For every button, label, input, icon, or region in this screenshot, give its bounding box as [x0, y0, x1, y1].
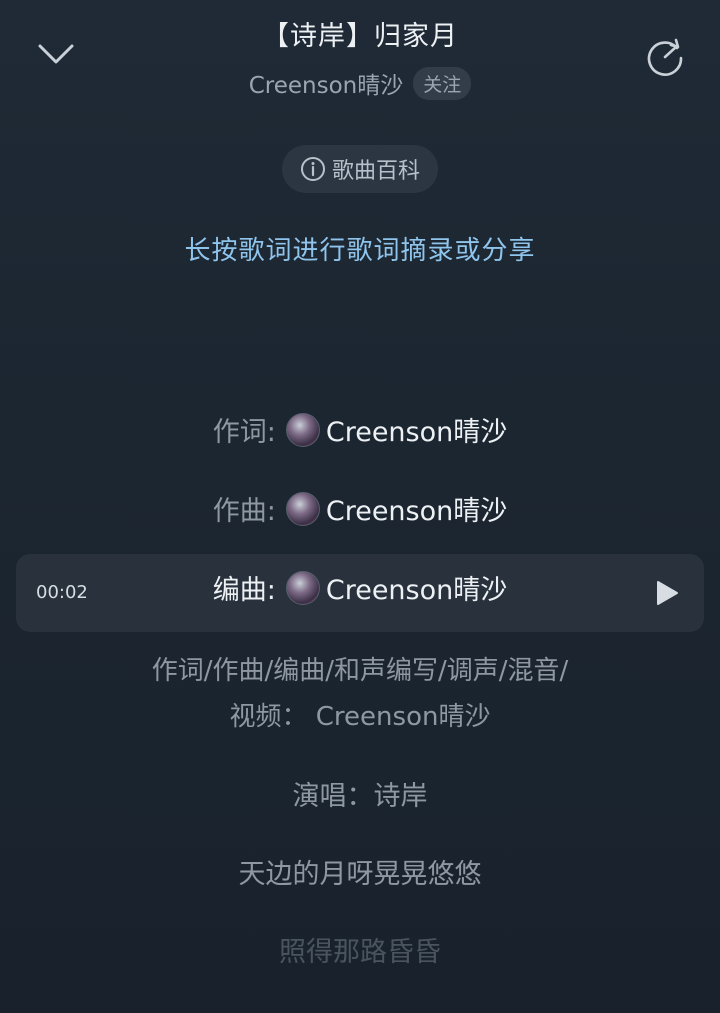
- credit-key: 编曲:: [212, 575, 276, 606]
- song-wiki-label: 歌曲百科: [331, 159, 420, 184]
- share-button[interactable]: [644, 36, 686, 78]
- lyric-line[interactable]: 照得那路昏昏: [0, 930, 720, 969]
- share-rotate-icon: [647, 38, 683, 76]
- avatar[interactable]: [285, 491, 320, 526]
- credit-name[interactable]: Creenson晴沙: [326, 489, 507, 528]
- avatar[interactable]: [285, 570, 320, 605]
- song-wiki-button[interactable]: 歌曲百科: [282, 145, 438, 193]
- artist-row: Creenson晴沙 关注: [0, 66, 720, 100]
- lyric-vocal[interactable]: 演唱：诗岸: [0, 774, 720, 813]
- header: 【诗岸】归家月 Creenson晴沙 关注: [0, 0, 720, 110]
- lyric-row-composer[interactable]: 作曲: Creenson晴沙: [0, 489, 720, 528]
- lyric-row-lyricist[interactable]: 作词: Creenson晴沙: [0, 410, 720, 449]
- lyric-row-arranger[interactable]: 编曲: Creenson晴沙: [0, 568, 720, 607]
- lyric-line[interactable]: 天边的月呀晃晃悠悠: [0, 852, 720, 891]
- info-icon: [300, 157, 325, 181]
- artist-name[interactable]: Creenson晴沙: [249, 66, 404, 100]
- credit-key: 作词:: [212, 417, 276, 448]
- credit-name[interactable]: Creenson晴沙: [326, 568, 507, 607]
- play-icon: [657, 581, 678, 605]
- avatar[interactable]: [285, 412, 320, 447]
- credits-line-1: 作词/作曲/编曲/和声编写/调声/混音/: [151, 656, 569, 686]
- song-title: 【诗岸】归家月: [262, 21, 458, 52]
- follow-button[interactable]: 关注: [413, 66, 472, 100]
- lyric-share-hint: 长按歌词进行歌词摘录或分享: [184, 236, 536, 266]
- full-credits: 作词/作曲/编曲/和声编写/调声/混音/ 视频： Creenson晴沙: [0, 648, 720, 740]
- credits-line-2: 视频： Creenson晴沙: [229, 702, 491, 732]
- credit-key: 作曲:: [212, 496, 276, 527]
- play-from-line-button[interactable]: [652, 578, 682, 608]
- credit-name[interactable]: Creenson晴沙: [326, 410, 507, 449]
